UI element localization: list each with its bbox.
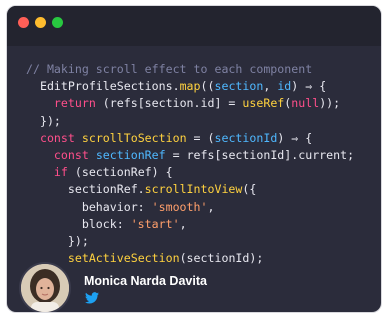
- code-token: sectionRef.: [26, 182, 145, 197]
- code-token: behavior:: [26, 199, 152, 214]
- code-line: const scrollToSection = (sectionId) ⇒ {: [26, 130, 381, 147]
- code-line: behavior: 'smooth',: [26, 199, 381, 216]
- code-token: scrollToSection: [81, 130, 187, 145]
- code-line: if (sectionRef) {: [26, 164, 381, 181]
- code-token: ) ⇒ {: [277, 130, 313, 145]
- code-line: EditProfileSections.map((section, id) ⇒ …: [26, 78, 381, 95]
- code-token: scrollIntoView: [144, 182, 243, 197]
- close-window-button[interactable]: [18, 17, 29, 28]
- code-token: 'start': [130, 216, 180, 231]
- author-name: Monica Narda Davita: [84, 274, 207, 288]
- window-titlebar: [7, 6, 381, 46]
- code-token: EditProfileSections.: [26, 79, 180, 94]
- code-token: 'smooth': [151, 199, 208, 214]
- code-line: return (refs[section.id] = useRef(null))…: [26, 95, 381, 112]
- code-token: = (: [186, 130, 215, 145]
- code-token: return: [26, 96, 96, 111]
- avatar-photo: [21, 264, 69, 312]
- avatar: [19, 262, 71, 312]
- code-block: // Making scroll effect to each componen…: [26, 61, 381, 267]
- code-line: const sectionRef = refs[sectionId].curre…: [26, 147, 381, 164]
- code-token: ,: [179, 216, 187, 231]
- code-token: section: [214, 79, 264, 94]
- code-token: (sectionRef) {: [67, 165, 173, 180]
- code-token: (refs[section.id] =: [95, 96, 243, 111]
- code-token: ) ⇒ {: [291, 79, 327, 94]
- code-line: });: [26, 233, 381, 250]
- code-token: id: [277, 79, 292, 94]
- code-token: sectionRef: [95, 147, 166, 162]
- maximize-window-button[interactable]: [52, 17, 63, 28]
- code-line: sectionRef.scrollIntoView({: [26, 181, 381, 198]
- minimize-window-button[interactable]: [35, 17, 46, 28]
- code-line: // Making scroll effect to each componen…: [26, 61, 381, 78]
- code-token: });: [26, 233, 89, 248]
- code-token: ,: [263, 79, 278, 94]
- code-token: });: [26, 113, 61, 128]
- code-line: block: 'start',: [26, 216, 381, 233]
- code-token: // Making scroll effect to each componen…: [26, 62, 313, 76]
- code-token: ));: [319, 96, 341, 111]
- code-token: block:: [26, 216, 131, 231]
- code-token: ,: [207, 199, 215, 214]
- code-token: if: [26, 165, 68, 180]
- code-window: // Making scroll effect to each componen…: [7, 6, 381, 312]
- code-token: const: [26, 130, 75, 145]
- code-token: = refs[sectionId].current;: [165, 147, 355, 162]
- code-token: ({: [242, 182, 257, 197]
- code-token: const: [26, 147, 89, 162]
- code-token: sectionId: [214, 130, 278, 145]
- code-token: null: [291, 96, 320, 111]
- code-token: ((: [200, 79, 215, 94]
- code-token: useRef: [242, 96, 285, 111]
- author-card: Monica Narda Davita: [19, 262, 319, 312]
- twitter-icon[interactable]: [85, 292, 99, 304]
- code-token: map: [179, 79, 201, 94]
- code-line: });: [26, 113, 381, 130]
